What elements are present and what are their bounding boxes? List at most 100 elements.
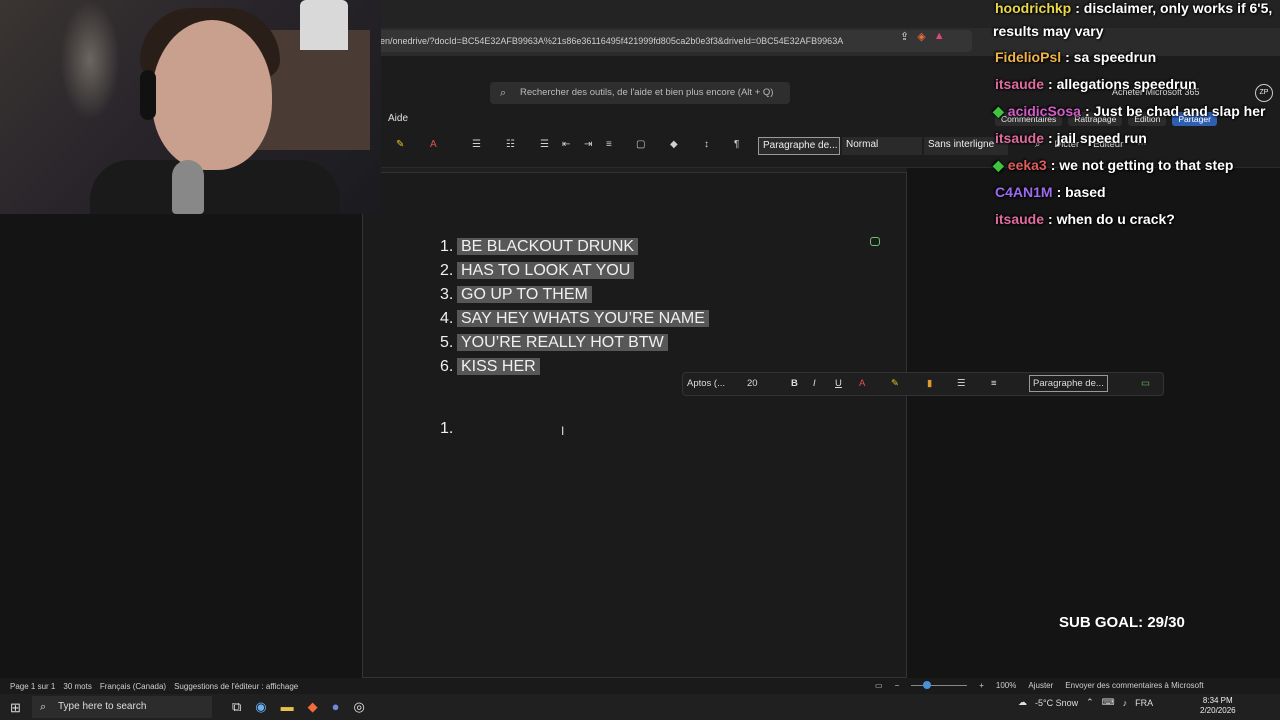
chat-message: ◆ acidicSosa: Just be chad and slap her xyxy=(993,103,1265,120)
fit-button[interactable]: Ajuster xyxy=(1028,681,1053,690)
bullet-list-icon[interactable]: ☰ xyxy=(957,378,966,389)
search-icon: ⌕ xyxy=(40,701,47,713)
clock-time: 8:34 PM xyxy=(1202,696,1233,705)
taskbar-apps: ⧉ ◉ ▬ ◆ ● ◎ xyxy=(232,699,365,715)
styles-icon[interactable]: ▮ xyxy=(927,378,932,389)
right-margin-area xyxy=(907,168,1280,678)
list-text[interactable]: GO UP TO THEM xyxy=(457,286,592,303)
list-text[interactable]: KISS HER xyxy=(457,358,540,375)
search-icon: ⌕ xyxy=(500,87,507,99)
chat-text: : Just be chad and slap her xyxy=(1084,103,1266,119)
subscriber-badge-icon: ◆ xyxy=(993,103,1004,119)
list-text[interactable]: YOU’RE REALLY HOT BTW xyxy=(457,334,668,351)
editor-suggestions[interactable]: Suggestions de l'éditeur : affichage xyxy=(174,682,298,691)
shading-icon[interactable]: ◆ xyxy=(670,139,678,150)
chat-username: itsaude xyxy=(995,76,1045,92)
system-tray: ☁ -5°C Snow ⌃ ⌨ ♪ FRA xyxy=(1018,697,1153,708)
discord-icon[interactable]: ● xyxy=(332,699,340,715)
zoom-level[interactable]: 100% xyxy=(996,681,1016,690)
brave-browser-icon[interactable]: ◆ xyxy=(308,699,318,715)
zoom-slider[interactable] xyxy=(911,681,968,689)
page-count: Page 1 sur 1 xyxy=(10,682,56,691)
text-cursor-icon: I xyxy=(561,424,565,438)
brave-shield-icon[interactable]: ◈ xyxy=(917,30,925,43)
list-text[interactable]: HAS TO LOOK AT YOU xyxy=(457,262,635,279)
task-view-icon[interactable]: ⧉ xyxy=(232,699,241,715)
chat-text: : we not getting to that step xyxy=(1050,157,1234,173)
webcam-microphone xyxy=(172,160,204,214)
taskbar-search-placeholder: Type here to search xyxy=(58,701,147,712)
chat-message: ◆ eeka3: we not getting to that step xyxy=(993,157,1233,174)
tray-chevron-icon[interactable]: ⌃ xyxy=(1086,697,1094,708)
zoom-slider-thumb[interactable] xyxy=(923,681,932,689)
input-language[interactable]: FRA xyxy=(1135,698,1153,708)
list-text[interactable]: SAY HEY WHATS YOU’RE NAME xyxy=(457,310,709,327)
zoom-out-icon[interactable]: − xyxy=(895,681,900,690)
address-bar[interactable]: en/onedrive/?docId=BC54E32AFB9963A%21s86… xyxy=(372,30,972,52)
font-family-select[interactable]: Aptos (... xyxy=(687,378,725,389)
chat-text: : allegations speedrun xyxy=(1048,76,1197,92)
align-icon[interactable]: ≡ xyxy=(991,378,997,389)
list-item[interactable]: 4. SAY HEY WHATS YOU’RE NAME xyxy=(440,309,709,329)
bold-button[interactable]: B xyxy=(791,378,798,389)
increase-indent-icon[interactable]: ⇥ xyxy=(584,139,592,150)
list-item[interactable]: 2. HAS TO LOOK AT YOU xyxy=(440,261,635,281)
floating-format-toolbar: Aptos (... 20 B I U A ✎ ▮ ☰ ≡ Paragraphe… xyxy=(682,372,1164,396)
empty-list-item[interactable]: 1. xyxy=(440,420,453,438)
align-icon[interactable]: ≡ xyxy=(606,139,612,150)
style-paragraph[interactable]: Paragraphe de... xyxy=(758,137,840,155)
style-normal[interactable]: Normal xyxy=(842,137,922,155)
weather-text[interactable]: -5°C Snow xyxy=(1035,698,1078,708)
italic-button[interactable]: I xyxy=(813,378,816,389)
obs-icon[interactable]: ◎ xyxy=(354,699,365,715)
status-left: Page 1 sur 1 30 mots Français (Canada) S… xyxy=(10,682,298,691)
font-size-select[interactable]: 20 xyxy=(747,378,758,389)
font-color-icon[interactable]: A xyxy=(859,378,865,389)
comment-marker-icon[interactable] xyxy=(870,237,880,246)
windows-start-icon[interactable]: ⊞ xyxy=(10,700,21,716)
list-item[interactable]: 6. KISS HER xyxy=(440,357,540,377)
copilot-icon[interactable]: ◉ xyxy=(255,699,266,715)
feedback-link[interactable]: Envoyer des commentaires à Microsoft xyxy=(1065,681,1203,690)
borders-icon[interactable]: ▢ xyxy=(636,139,645,150)
office-search-input[interactable]: ⌕ Rechercher des outils, de l'aide et bi… xyxy=(490,82,790,104)
list-item[interactable]: 1. BE BLACKOUT DRUNK xyxy=(440,237,639,257)
network-icon[interactable]: ⌨ xyxy=(1102,697,1115,708)
list-item[interactable]: 3. GO UP TO THEM xyxy=(440,285,592,305)
word-count[interactable]: 30 mots xyxy=(63,682,91,691)
comment-icon[interactable]: ▭ xyxy=(1141,378,1150,389)
chat-username: hoodrichkp xyxy=(995,0,1072,16)
volume-icon[interactable]: ♪ xyxy=(1123,698,1128,708)
paragraph-style-select[interactable]: Paragraphe de... xyxy=(1029,375,1108,392)
underline-button[interactable]: U xyxy=(835,378,842,389)
subscriber-badge-icon: ◆ xyxy=(993,157,1004,173)
file-explorer-icon[interactable]: ▬ xyxy=(281,699,294,715)
weather-icon[interactable]: ☁ xyxy=(1018,697,1027,708)
highlight-icon[interactable]: ✎ xyxy=(396,139,404,150)
zoom-in-icon[interactable]: + xyxy=(979,681,984,690)
taskbar-search-input[interactable]: ⌕ Type here to search xyxy=(32,696,212,718)
numbered-list-icon[interactable]: ☷ xyxy=(506,139,515,150)
font-color-icon[interactable]: A xyxy=(430,139,437,150)
paragraph-icon[interactable]: ¶ xyxy=(734,139,739,150)
clock-date: 2/20/2026 xyxy=(1200,706,1236,715)
taskbar-clock[interactable]: 8:34 PM 2/20/2026 xyxy=(1200,696,1236,716)
browser-toolbar-icons: ⇪ ◈ ▲ xyxy=(900,30,945,43)
list-number: 6. xyxy=(440,358,454,375)
page-view-icon[interactable]: ▭ xyxy=(875,681,883,690)
list-item[interactable]: 5. YOU’RE REALLY HOT BTW xyxy=(440,333,668,353)
list-number: 3. xyxy=(440,286,454,303)
bullet-list-icon[interactable]: ☰ xyxy=(472,139,481,150)
list-text[interactable]: BE BLACKOUT DRUNK xyxy=(457,238,639,255)
rewards-icon[interactable]: ▲ xyxy=(934,30,945,43)
chat-text: : sa speedrun xyxy=(1065,49,1157,65)
highlight-icon[interactable]: ✎ xyxy=(891,378,899,389)
menu-aide[interactable]: Aide xyxy=(388,113,408,124)
webcam-face xyxy=(152,20,272,170)
decrease-indent-icon[interactable]: ⇤ xyxy=(562,139,570,150)
avatar[interactable]: ZP xyxy=(1255,84,1273,102)
checklist-icon[interactable]: ☰ xyxy=(540,139,549,150)
language-indicator[interactable]: Français (Canada) xyxy=(100,682,166,691)
line-spacing-icon[interactable]: ↕ xyxy=(704,139,709,150)
share-icon[interactable]: ⇪ xyxy=(900,30,909,43)
